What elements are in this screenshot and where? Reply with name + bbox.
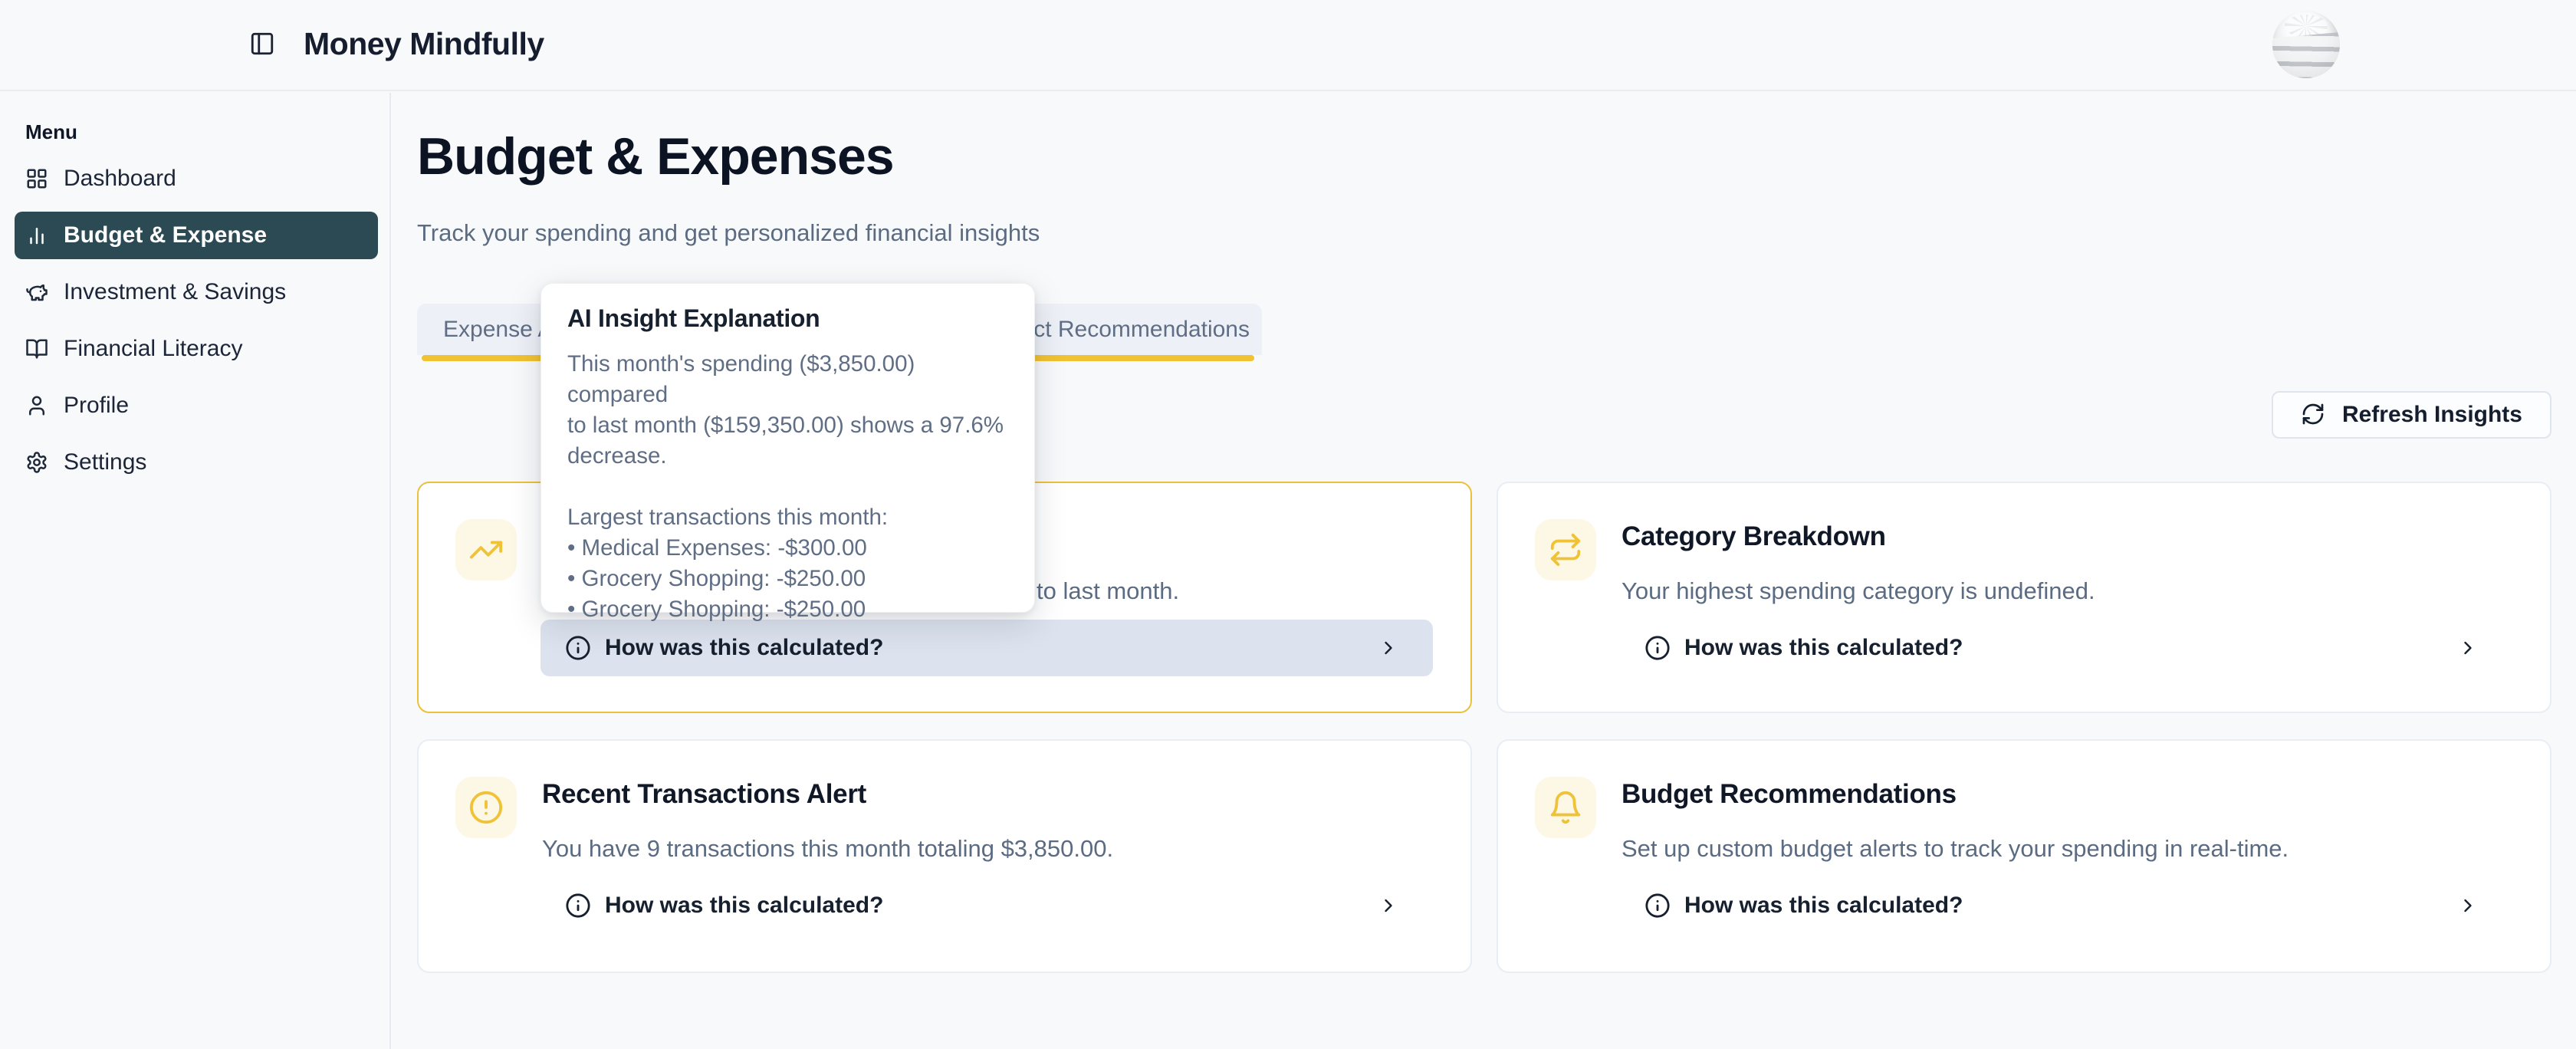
sidebar-item-financial-literacy[interactable]: Financial Literacy xyxy=(15,325,378,373)
user-icon xyxy=(25,394,48,417)
sidebar-item-budget-expense[interactable]: Budget & Expense xyxy=(15,212,378,259)
how-calculated-button[interactable]: How was this calculated? xyxy=(540,877,1433,934)
card-description: You have 9 transactions this month total… xyxy=(542,835,1113,863)
sidebar-item-dashboard[interactable]: Dashboard xyxy=(15,155,378,202)
how-calculated-label: How was this calculated? xyxy=(1684,635,1963,661)
card-title: Recent Transactions Alert xyxy=(542,779,866,810)
card-category-breakdown: Category Breakdown Your highest spending… xyxy=(1497,482,2551,713)
chevron-right-icon xyxy=(2457,895,2479,916)
card-title: Category Breakdown xyxy=(1622,521,1886,552)
info-icon xyxy=(1644,893,1671,919)
bar-chart-icon xyxy=(25,224,48,247)
refresh-icon xyxy=(2301,402,2325,429)
piggy-bank-icon xyxy=(25,281,48,304)
tooltip-bullet: • Grocery Shopping: -$250.00 xyxy=(567,564,1008,594)
card-recent-transactions-alert: Recent Transactions Alert You have 9 tra… xyxy=(417,739,1472,973)
repeat-icon xyxy=(1535,519,1596,580)
book-open-icon xyxy=(25,337,48,360)
sidebar-item-label: Financial Literacy xyxy=(64,336,242,362)
gear-icon xyxy=(25,451,48,474)
card-description-fragment: to last month. xyxy=(1037,577,1179,605)
tooltip-text-line: to last month ($159,350.00) shows a 97.6… xyxy=(567,410,1008,441)
sidebar: Menu Dashboard Budget & Expense Investme… xyxy=(0,93,391,1049)
tooltip-text-line: decrease. xyxy=(567,441,1008,472)
sidebar-section-label: Menu xyxy=(25,120,389,144)
info-icon xyxy=(565,635,591,661)
avatar-image[interactable] xyxy=(2272,11,2340,78)
info-icon xyxy=(1644,635,1671,661)
info-icon xyxy=(565,893,591,919)
tooltip-text-line: This month's spending ($3,850.00) compar… xyxy=(567,349,1008,410)
sidebar-item-profile[interactable]: Profile xyxy=(15,382,378,429)
how-calculated-label: How was this calculated? xyxy=(605,635,883,661)
tooltip-list-header: Largest transactions this month: xyxy=(567,502,1008,533)
how-calculated-label: How was this calculated? xyxy=(1684,893,1963,919)
tooltip-bullet: • Grocery Shopping: -$250.00 xyxy=(567,594,1008,625)
card-budget-recommendations: Budget Recommendations Set up custom bud… xyxy=(1497,739,2551,973)
tooltip-spacer xyxy=(567,472,1008,502)
layout-grid-icon xyxy=(25,167,48,190)
page-subtitle: Track your spending and get personalized… xyxy=(417,219,1040,247)
app-title: Money Mindfully xyxy=(304,26,544,62)
tab-expense-analysis[interactable]: Expense A xyxy=(443,304,553,355)
card-description: Set up custom budget alerts to track you… xyxy=(1622,835,2288,863)
app-window: Money Mindfully Menu Dashboard Budget & … xyxy=(0,0,2576,1049)
how-calculated-button[interactable]: How was this calculated? xyxy=(540,620,1433,676)
how-calculated-button[interactable]: How was this calculated? xyxy=(1620,620,2512,676)
tooltip-bullet: • Medical Expenses: -$300.00 xyxy=(567,533,1008,564)
sidebar-item-label: Profile xyxy=(64,393,129,419)
sidebar-item-label: Investment & Savings xyxy=(64,279,286,305)
refresh-insights-label: Refresh Insights xyxy=(2342,402,2522,428)
ai-insight-tooltip: AI Insight Explanation This month's spen… xyxy=(540,283,1035,613)
sidebar-item-label: Settings xyxy=(64,449,146,475)
alert-circle-icon xyxy=(455,777,517,838)
trending-up-icon xyxy=(455,519,517,580)
sidebar-item-settings[interactable]: Settings xyxy=(15,439,378,486)
tab-recommendations[interactable]: ct Recommendations xyxy=(1033,304,1250,355)
chevron-right-icon xyxy=(1378,895,1399,916)
main-content: Budget & Expenses Track your spending an… xyxy=(391,93,2576,1049)
bell-icon xyxy=(1535,777,1596,838)
sidebar-item-label: Budget & Expense xyxy=(64,222,267,248)
page-title: Budget & Expenses xyxy=(417,127,894,186)
app-header: Money Mindfully xyxy=(0,0,2576,91)
panel-left-icon xyxy=(249,48,275,59)
card-description: Your highest spending category is undefi… xyxy=(1622,577,2095,605)
sidebar-toggle-button[interactable] xyxy=(247,29,278,60)
how-calculated-button[interactable]: How was this calculated? xyxy=(1620,877,2512,934)
chevron-right-icon xyxy=(1378,637,1399,659)
chevron-right-icon xyxy=(2457,637,2479,659)
refresh-insights-button[interactable]: Refresh Insights xyxy=(2272,391,2551,439)
tooltip-title: AI Insight Explanation xyxy=(567,304,1008,333)
how-calculated-label: How was this calculated? xyxy=(605,893,883,919)
card-title: Budget Recommendations xyxy=(1622,779,1957,810)
sidebar-nav: Dashboard Budget & Expense Investment & … xyxy=(0,155,389,486)
sidebar-item-label: Dashboard xyxy=(64,166,176,192)
sidebar-item-investment-savings[interactable]: Investment & Savings xyxy=(15,268,378,316)
